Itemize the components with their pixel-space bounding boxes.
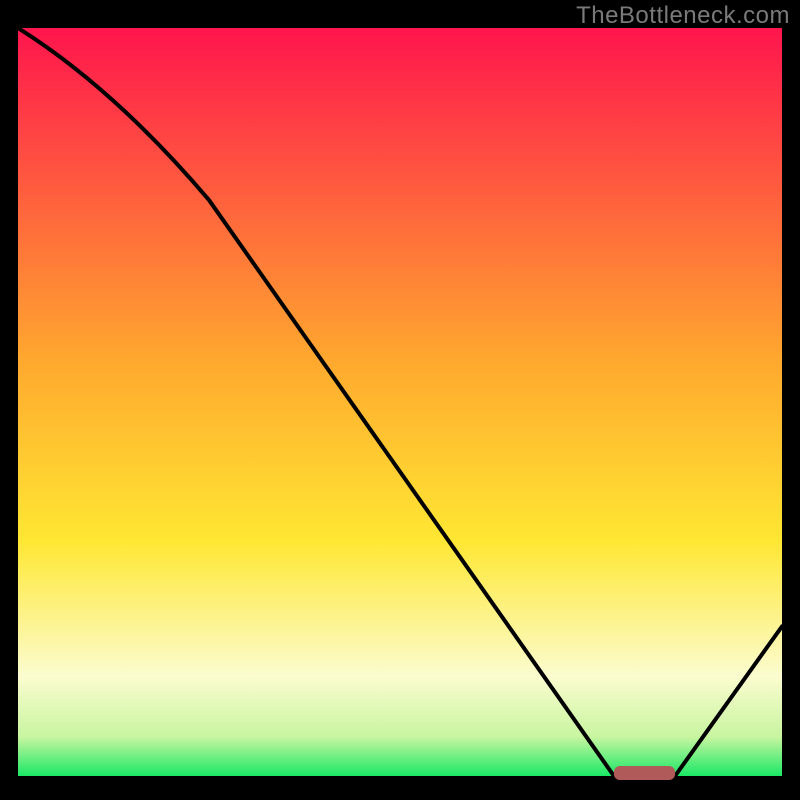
bottleneck-chart: [18, 28, 782, 782]
chart-container: TheBottleneck.com: [0, 0, 800, 800]
optimal-range-marker: [614, 766, 675, 780]
gradient-background: [18, 28, 782, 782]
watermark-text: TheBottleneck.com: [576, 2, 790, 30]
plot-area: [18, 28, 782, 782]
